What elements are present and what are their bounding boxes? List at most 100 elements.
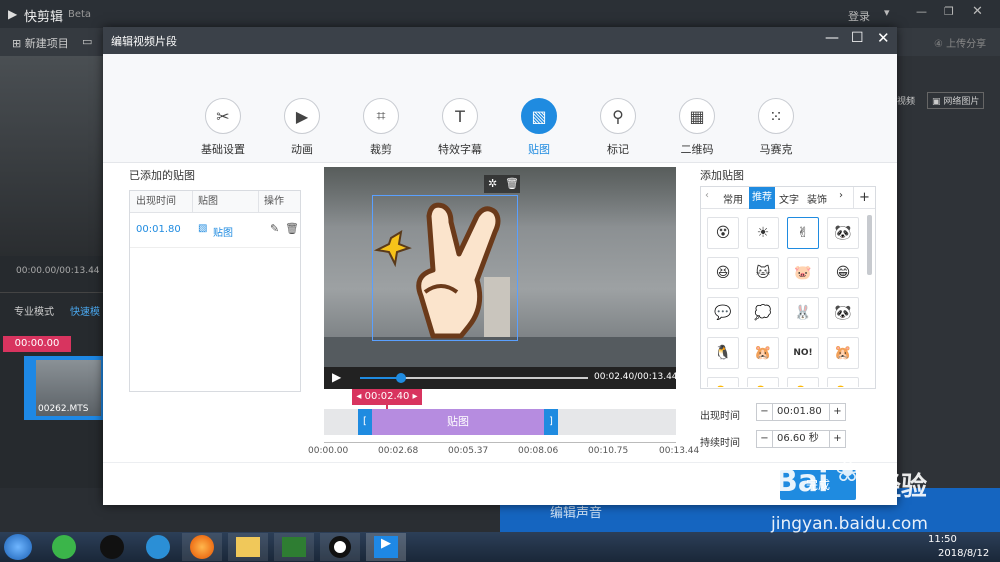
fast-mode-tab[interactable]: 快速模 xyxy=(70,303,100,318)
sticker-item[interactable]: 😁 xyxy=(827,257,859,289)
folder-icon[interactable]: ▭ xyxy=(82,35,92,48)
sticker-clip[interactable]: [ 贴图 ] xyxy=(358,409,558,435)
tool-basic-settings[interactable]: ✂ 基础设置 xyxy=(183,98,263,157)
decrease-icon[interactable]: − xyxy=(757,404,773,420)
sticker-clip-label: 贴图 xyxy=(447,415,469,428)
seek-track[interactable] xyxy=(360,373,588,383)
tool-effect-caption[interactable]: T 特效字幕 xyxy=(420,98,500,157)
sticker-item[interactable]: 😆 xyxy=(707,257,739,289)
clock-date: 2018/8/12 xyxy=(938,548,990,559)
app-divider xyxy=(0,292,103,293)
network-image-label: 网络图片 xyxy=(943,97,980,107)
maximize-dialog-icon[interactable]: ☐ xyxy=(851,30,864,46)
appear-time-value[interactable]: 00:01.80 xyxy=(777,404,822,420)
sticker-item[interactable]: 🐰 xyxy=(787,297,819,329)
explorer-taskbar-item[interactable] xyxy=(228,533,268,561)
sticker-toolbar: ✲ 🗑 xyxy=(484,175,520,193)
seek-handle[interactable] xyxy=(396,373,407,383)
tab-decoration[interactable]: 装饰 xyxy=(807,191,827,206)
qq-icon[interactable] xyxy=(100,535,124,559)
login-link[interactable]: 登录 xyxy=(848,8,870,24)
maximize-icon[interactable]: ❐ xyxy=(944,5,954,18)
sticker-item[interactable]: 🐧 xyxy=(707,337,739,369)
decrease-icon[interactable]: − xyxy=(757,431,773,447)
sticker-item[interactable]: 🐤 xyxy=(827,377,859,387)
sticker-item[interactable]: NO! xyxy=(787,337,819,369)
video-preview: ✲ 🗑 xyxy=(324,167,676,389)
tool-label: 马赛克 xyxy=(759,143,793,156)
app-video-button[interactable]: 视频 xyxy=(897,94,915,107)
appear-time-stepper[interactable]: − 00:01.80 + xyxy=(756,403,846,421)
sticker-item[interactable]: 🐹 xyxy=(827,337,859,369)
clip-end-handle[interactable]: ] xyxy=(544,409,558,435)
sticker-item[interactable]: 🐤 xyxy=(747,377,779,387)
tab-common[interactable]: 常用 xyxy=(723,191,743,206)
app-beta: Beta xyxy=(68,9,92,20)
folder-taskbar-icon xyxy=(236,537,260,557)
close-app-icon[interactable]: ✕ xyxy=(972,4,983,19)
media-icon[interactable] xyxy=(146,535,170,559)
sticker-item[interactable]: 🐷 xyxy=(787,257,819,289)
upload-button[interactable]: ④ 上传分享 xyxy=(934,35,986,50)
header-action: 操作 xyxy=(264,196,284,207)
tab-prev-icon[interactable]: ‹ xyxy=(705,190,709,201)
sticker-grid: 😵☀✌🐼😆🐱🐷😁💬💭🐰🐼🐧🐹NO!🐹🐤🐤🐤🐤 xyxy=(701,209,867,387)
player-taskbar-item[interactable] xyxy=(274,533,314,561)
tab-recommend[interactable]: 推荐 xyxy=(749,187,775,209)
tool-label: 二维码 xyxy=(680,143,714,156)
add-tab-icon[interactable]: + xyxy=(853,187,875,209)
tool-animation[interactable]: ▶ 动画 xyxy=(262,98,342,157)
sticker-item[interactable]: 💬 xyxy=(707,297,739,329)
tool-mosaic[interactable]: ⁙ 马赛克 xyxy=(736,98,816,157)
taskbar-app-icon[interactable] xyxy=(52,535,76,559)
pin-sticker-icon[interactable]: ✲ xyxy=(488,175,497,193)
sticker-item[interactable]: 🐹 xyxy=(747,337,779,369)
sticker-item[interactable]: 🐱 xyxy=(747,257,779,289)
increase-icon[interactable]: + xyxy=(829,404,845,420)
tab-text[interactable]: 文字 xyxy=(779,191,799,206)
sticker-item[interactable]: 😵 xyxy=(707,217,739,249)
sticker-item[interactable]: 🐼 xyxy=(827,217,859,249)
qrcode-icon: ▦ xyxy=(679,98,715,134)
kuaijianji-taskbar-item[interactable]: ▶ xyxy=(366,533,406,561)
edit-pencil-icon[interactable]: ✎ xyxy=(270,222,279,235)
sticker-item[interactable]: ✌ xyxy=(787,217,819,249)
sticker-item[interactable]: ☀ xyxy=(747,217,779,249)
tool-crop[interactable]: ⌗ 裁剪 xyxy=(341,98,421,157)
app-time-marker[interactable]: 00:00.00 xyxy=(3,336,71,352)
sticker-item[interactable]: 🐼 xyxy=(827,297,859,329)
paw-icon: ❀ xyxy=(835,454,861,489)
sticker-scrollbar[interactable] xyxy=(867,215,872,275)
tool-qrcode[interactable]: ▦ 二维码 xyxy=(657,98,737,157)
delete-sticker-icon[interactable]: 🗑 xyxy=(505,175,519,193)
sticker-item[interactable]: 🐤 xyxy=(787,377,819,387)
duration-value[interactable]: 06.60 秒 xyxy=(777,431,819,447)
firefox-taskbar-item[interactable] xyxy=(182,533,222,561)
network-image-button[interactable]: ▣ 网络图片 xyxy=(927,92,985,109)
sticker-item[interactable]: 💭 xyxy=(747,297,779,329)
tool-mark[interactable]: ⚲ 标记 xyxy=(578,98,658,157)
start-button[interactable] xyxy=(4,534,32,560)
time-marker[interactable]: ◂ 00:02.40 ▸ xyxy=(352,389,422,405)
table-row[interactable]: 00:01.80 ▧ 贴图 ✎ 🗑 xyxy=(130,214,300,248)
clip-start-handle[interactable]: [ xyxy=(358,409,372,435)
sticker-item[interactable]: 🐤 xyxy=(707,377,739,387)
tool-sticker[interactable]: ▧ 贴图 xyxy=(499,98,579,157)
close-dialog-icon[interactable]: ✕ xyxy=(877,29,890,47)
play-button-icon[interactable]: ▶ xyxy=(332,370,341,384)
increase-icon[interactable]: + xyxy=(829,431,845,447)
menu-icon[interactable]: ▾ xyxy=(884,6,890,19)
tab-next-icon[interactable]: › xyxy=(839,190,843,201)
kuaijianji-icon: ▶ xyxy=(374,536,398,558)
minimize-icon[interactable]: — xyxy=(916,5,927,18)
minimize-dialog-icon[interactable]: — xyxy=(825,30,839,46)
duration-stepper[interactable]: − 06.60 秒 + xyxy=(756,430,846,448)
scissors-icon: ✂ xyxy=(205,98,241,134)
new-project-button[interactable]: ⊞ 新建项目 xyxy=(12,35,69,51)
app-clip-thumbnail[interactable]: 00262.MTS xyxy=(24,356,103,420)
sticker-selection-box[interactable] xyxy=(372,195,518,341)
text-icon: T xyxy=(442,98,478,134)
record-taskbar-item[interactable] xyxy=(320,533,360,561)
pro-mode-tab[interactable]: 专业模式 xyxy=(14,303,54,318)
delete-trash-icon[interactable]: 🗑 xyxy=(285,222,299,235)
